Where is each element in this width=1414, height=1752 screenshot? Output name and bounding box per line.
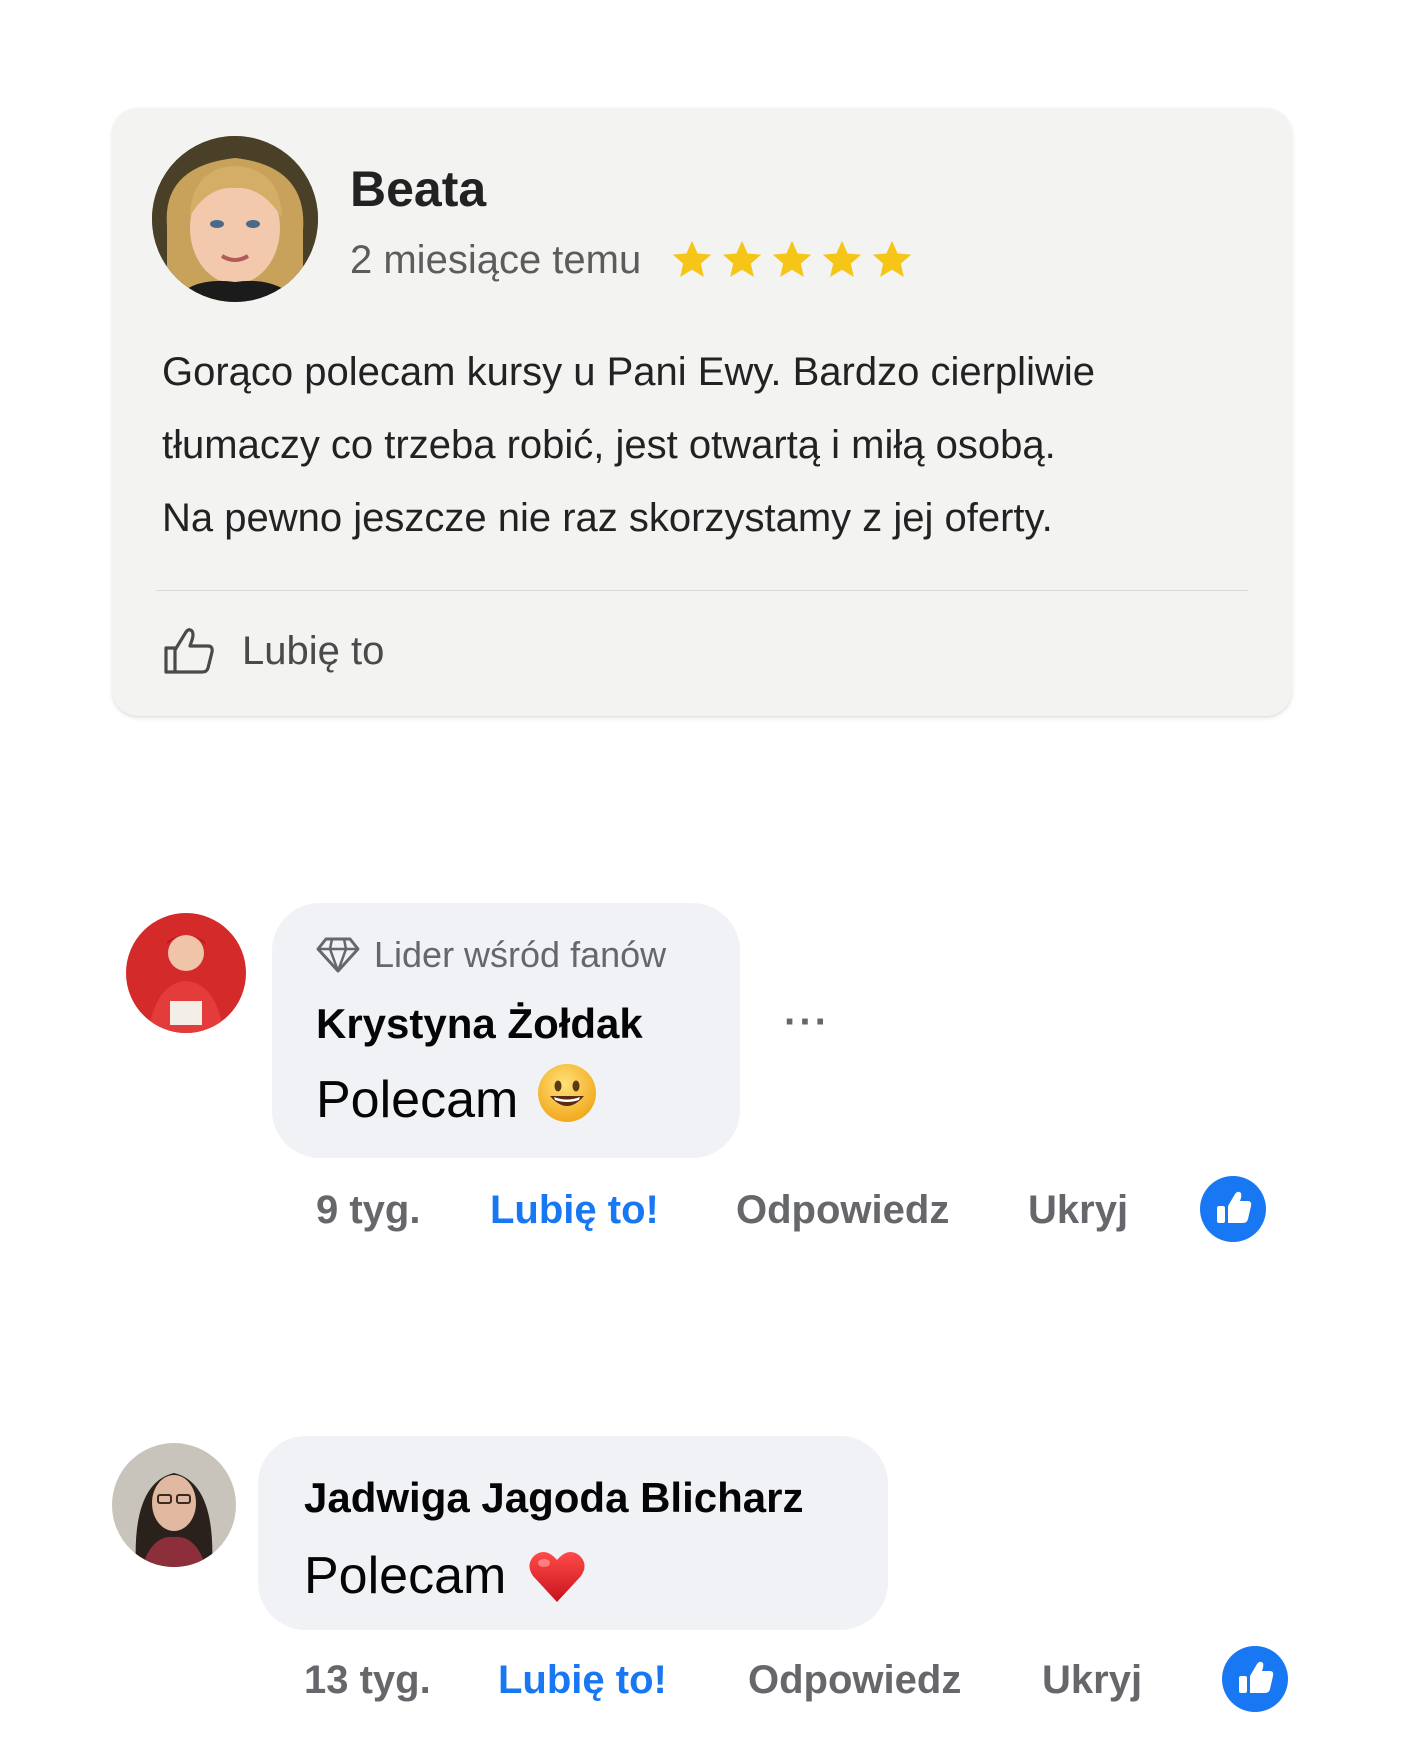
reply-link[interactable]: Odpowiedz: [748, 1658, 1042, 1703]
review-time: 2 miesiące temu: [350, 237, 642, 282]
reply-link[interactable]: Odpowiedz: [736, 1188, 1028, 1233]
like-link[interactable]: Lubię to!: [498, 1658, 748, 1703]
diamond-icon: [316, 937, 360, 973]
like-reaction-icon[interactable]: [1222, 1646, 1288, 1712]
review-text-line: Na pewno jeszcze nie raz skorzystamy z j…: [162, 496, 1053, 540]
hide-link[interactable]: Ukryj: [1028, 1188, 1128, 1233]
fan-badge: Lider wśród fanów: [316, 934, 666, 976]
star-icon: [873, 240, 912, 278]
comment-author[interactable]: Jadwiga Jagoda Blicharz: [304, 1474, 804, 1522]
comment-text-label: Polecam: [304, 1546, 507, 1605]
heart-emoji: [528, 1548, 586, 1617]
like-reaction-icon[interactable]: [1200, 1176, 1266, 1242]
star-icon: [773, 240, 812, 278]
smiley-emoji: [536, 1062, 598, 1137]
like-button[interactable]: Lubię to: [162, 626, 384, 676]
hide-link[interactable]: Ukryj: [1042, 1658, 1142, 1703]
like-label: Lubię to: [242, 628, 385, 673]
comment-text: Polecam: [304, 1534, 586, 1617]
like-link[interactable]: Lubię to!: [490, 1188, 736, 1233]
comment-time[interactable]: 13 tyg.: [304, 1658, 498, 1703]
comment-text-label: Polecam: [316, 1070, 519, 1129]
comment-author[interactable]: Krystyna Żołdak: [316, 1000, 643, 1048]
comment-actions: 13 tyg. Lubię to! Odpowiedz Ukryj: [304, 1652, 1142, 1708]
comment-text: Polecam: [316, 1062, 598, 1137]
divider: [156, 590, 1248, 591]
review-text-line: tłumaczy co trzeba robić, jest otwartą i…: [162, 423, 1056, 467]
reviewer-name[interactable]: Beata: [350, 160, 486, 218]
star-icon: [723, 240, 762, 278]
thumbs-up-icon: [164, 628, 214, 674]
comment-time[interactable]: 9 tyg.: [316, 1188, 490, 1233]
avatar[interactable]: [152, 136, 318, 302]
review-text-line: Gorąco polecam kursy u Pani Ewy. Bardzo …: [162, 350, 1095, 394]
avatar[interactable]: [126, 913, 246, 1033]
star-icon: [673, 240, 712, 278]
star-icon: [823, 240, 862, 278]
avatar[interactable]: [112, 1443, 236, 1567]
review-text: Gorąco polecam kursy u Pani Ewy. Bardzo …: [162, 336, 1272, 555]
comment-actions: 9 tyg. Lubię to! Odpowiedz Ukryj: [316, 1182, 1128, 1238]
more-options-button[interactable]: ···: [784, 1000, 830, 1045]
review-meta: 2 miesiące temu: [350, 236, 915, 284]
star-rating: [669, 237, 915, 283]
review-card: Beata 2 miesiące temu Gorąco polecam kur…: [112, 108, 1292, 716]
badge-label: Lider wśród fanów: [374, 934, 667, 975]
